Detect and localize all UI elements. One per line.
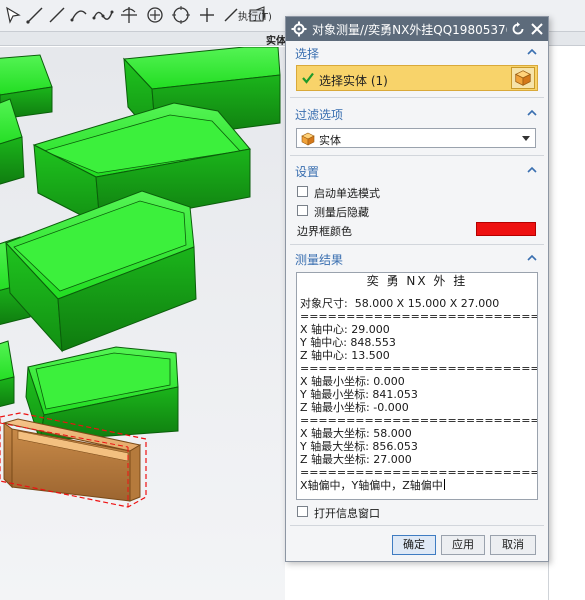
select-object-row[interactable]: 选择实体 (1): [296, 65, 538, 91]
result-line: Y 轴最小坐标: 841.053: [300, 388, 418, 401]
result-line: =============================: [300, 362, 537, 375]
ok-button[interactable]: 确定: [392, 535, 436, 555]
spline-icon[interactable]: [92, 4, 114, 26]
close-icon[interactable]: [529, 21, 545, 37]
section-settings-title: 设置: [295, 165, 320, 179]
gear-icon[interactable]: [291, 21, 307, 37]
cube-icon: [301, 132, 315, 146]
chevron-up-icon[interactable]: [526, 252, 538, 264]
solid-body[interactable]: [0, 340, 15, 409]
cube-icon[interactable]: [511, 67, 535, 89]
section-select-title: 选择: [295, 47, 320, 61]
dialog-title-bar[interactable]: 对象测量//奕勇NX外挂QQ19805376...: [286, 17, 548, 41]
result-line: =============================: [300, 414, 537, 427]
apply-button[interactable]: 应用: [441, 535, 485, 555]
result-line: X 轴最大坐标: 58.000: [300, 427, 412, 440]
point-on-curve-icon[interactable]: [144, 4, 166, 26]
filter-type-value: 实体: [319, 134, 341, 147]
measure-result-textbox[interactable]: 奕 勇 NX 外 挂 对象尺寸: 58.000 X 15.000 X 27.00…: [296, 272, 538, 500]
result-line: 对象尺寸: 58.000 X 15.000 X 27.000: [300, 297, 500, 310]
result-lines: 对象尺寸: 58.000 X 15.000 X 27.000 =========…: [300, 297, 537, 492]
result-box-title: 奕 勇 NX 外 挂: [366, 274, 468, 288]
cancel-button[interactable]: 取消: [490, 535, 536, 555]
divider: [290, 97, 544, 98]
measure-object-dialog: 对象测量//奕勇NX外挂QQ19805376... 选择 选择实体 (1) 过滤…: [285, 16, 549, 562]
result-line: Y 轴中心: 848.553: [300, 336, 396, 349]
open-info-window-checkbox[interactable]: [297, 506, 308, 517]
result-line: =============================: [300, 466, 537, 479]
result-line: Y 轴最大坐标: 856.053: [300, 440, 418, 453]
border-color-label: 边界框颜色: [297, 225, 352, 238]
divider: [290, 244, 544, 245]
result-line: X轴偏中，Y轴偏中，Z轴偏中: [300, 479, 443, 492]
model-scene: [0, 47, 281, 508]
point-icon[interactable]: [118, 4, 140, 26]
result-line: X 轴中心: 29.000: [300, 323, 390, 336]
select-icon[interactable]: [2, 4, 24, 26]
graphics-viewport[interactable]: [0, 47, 285, 600]
result-line: X 轴最小坐标: 0.000: [300, 375, 405, 388]
open-info-window-label: 打开信息窗口: [314, 507, 380, 520]
single-select-checkbox[interactable]: [297, 186, 308, 197]
hide-after-measure-checkbox[interactable]: [297, 205, 308, 216]
select-object-label: 选择实体 (1): [319, 74, 388, 88]
result-line: Z 轴最大坐标: 27.000: [300, 453, 412, 466]
filter-type-dropdown[interactable]: 实体: [296, 128, 536, 148]
line-icon[interactable]: [24, 4, 46, 26]
result-line: =============================: [300, 310, 537, 323]
chevron-up-icon[interactable]: [526, 164, 538, 176]
divider: [290, 155, 544, 156]
arc-icon[interactable]: [68, 4, 90, 26]
section-results-header[interactable]: 测量结果: [290, 247, 544, 269]
chevron-up-icon[interactable]: [526, 107, 538, 119]
dialog-title: 对象测量//奕勇NX外挂QQ19805376...: [312, 23, 507, 37]
result-line: Z 轴中心: 13.500: [300, 349, 390, 362]
chevron-up-icon[interactable]: [526, 46, 538, 58]
single-select-label: 启动单选模式: [314, 187, 380, 200]
line-icon[interactable]: [46, 4, 68, 26]
crosshair-icon[interactable]: [196, 4, 218, 26]
section-select-header[interactable]: 选择: [290, 41, 544, 63]
execute-label: 执行(T): [238, 11, 272, 23]
hide-after-measure-label: 测量后隐藏: [314, 206, 369, 219]
solid-body[interactable]: [5, 190, 197, 353]
execute-menu[interactable]: 执行(T): [238, 4, 272, 26]
result-line: Z 轴最小坐标: -0.000: [300, 401, 409, 414]
text-caret: [443, 479, 445, 490]
section-filter-title: 过滤选项: [295, 108, 344, 122]
chevron-down-icon: [522, 136, 530, 141]
background-application: [548, 47, 585, 600]
section-results-title: 测量结果: [295, 253, 344, 267]
divider: [290, 525, 544, 526]
check-icon: [301, 71, 315, 85]
section-settings-header[interactable]: 设置: [290, 159, 544, 181]
selection-filter-label: 实体: [266, 36, 286, 47]
section-filter-header[interactable]: 过滤选项: [290, 102, 544, 124]
result-line-last: X轴偏中，Y轴偏中，Z轴偏中: [300, 479, 536, 492]
border-color-swatch[interactable]: [476, 222, 536, 236]
circle-icon[interactable]: [170, 4, 192, 26]
reset-icon[interactable]: [510, 21, 526, 37]
